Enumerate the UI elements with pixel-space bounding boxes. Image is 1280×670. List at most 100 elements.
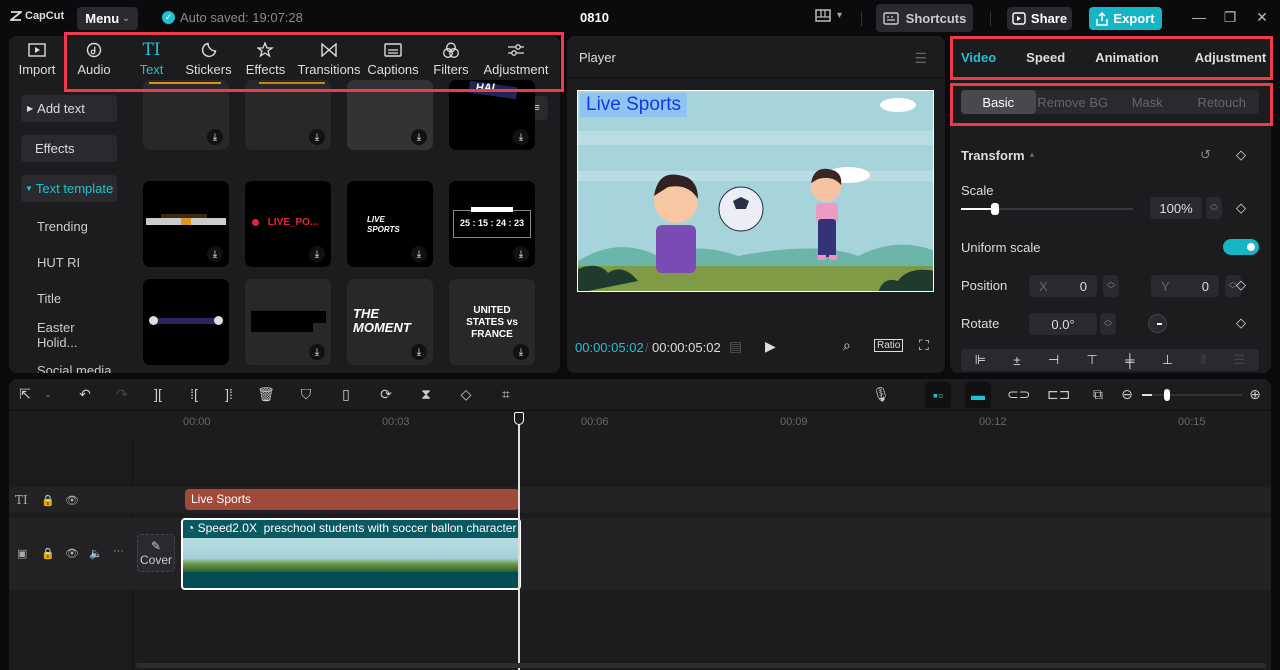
template-thumb[interactable]: 25 : 15 : 24 : 23 ⤓: [449, 181, 535, 267]
crop-icon[interactable]: ⌗: [496, 386, 516, 403]
link-icon[interactable]: ⊂⊃: [1007, 386, 1030, 403]
mirror-icon[interactable]: ⧗: [416, 386, 436, 403]
undo-icon[interactable]: ↶: [75, 386, 95, 403]
redo-icon[interactable]: ↷: [112, 386, 132, 403]
zoom-in-icon[interactable]: ⊕: [1245, 386, 1265, 403]
download-icon[interactable]: ⤓: [513, 129, 529, 145]
distribute-h-icon[interactable]: ⦀: [1201, 352, 1207, 368]
sidebar-category[interactable]: Trending: [21, 213, 117, 240]
timeline-zoom-slider[interactable]: [1142, 389, 1242, 401]
template-thumb[interactable]: ⤓: [347, 80, 433, 150]
tab-speed[interactable]: Speed: [1018, 50, 1073, 65]
trim-right-icon[interactable]: ]⁞: [219, 386, 239, 402]
video-clip[interactable]: ◔ Speed2.0X preschool students with socc…: [181, 518, 521, 590]
download-icon[interactable]: ⤓: [411, 246, 427, 262]
subtab-retouch[interactable]: Retouch: [1185, 90, 1260, 114]
shortcuts-button[interactable]: Shortcuts: [876, 4, 973, 32]
zoom-fit-icon[interactable]: ⌕: [843, 337, 851, 354]
menu-button[interactable]: Menu ⌄: [77, 7, 138, 30]
split-preview-icon[interactable]: ⊏⊐: [1047, 386, 1070, 403]
keyframe-icon[interactable]: ◇: [1236, 315, 1246, 331]
minimize-button[interactable]: —: [1190, 9, 1208, 25]
sidebar-category[interactable]: HUT RI: [21, 249, 117, 276]
tool-import[interactable]: Import: [9, 36, 65, 88]
template-thumb[interactable]: ⤓: [245, 279, 331, 365]
chevron-down-icon[interactable]: ⌄: [38, 389, 58, 400]
time-ruler[interactable]: 00:00 00:03 00:06 00:09 00:12 00:15: [9, 412, 1271, 430]
download-icon[interactable]: ⤓: [411, 344, 427, 360]
sidebar-category[interactable]: Easter Holid...: [21, 320, 117, 350]
template-thumb[interactable]: THE MOMENT ⤓: [347, 279, 433, 365]
fullscreen-icon[interactable]: ⛶: [919, 337, 929, 354]
marker-icon[interactable]: ⛉: [296, 386, 316, 403]
main-track-magnet-icon[interactable]: ▪▫: [925, 382, 951, 408]
zoom-slider-handle[interactable]: [1164, 389, 1170, 401]
template-thumb[interactable]: ⤓: [143, 80, 229, 150]
text-clip[interactable]: Live Sports: [185, 489, 519, 510]
restore-button[interactable]: ❐: [1221, 9, 1239, 26]
download-icon[interactable]: ⤓: [513, 344, 529, 360]
download-icon[interactable]: ⤓: [309, 344, 325, 360]
tool-audio[interactable]: Audio: [65, 36, 123, 88]
cover-button[interactable]: ✎ Cover: [137, 534, 175, 572]
scale-slider[interactable]: [961, 203, 1133, 215]
tab-video[interactable]: Video: [953, 50, 1004, 65]
split-icon[interactable]: ][: [148, 386, 168, 402]
template-thumb[interactable]: HAL ⤓: [449, 80, 535, 150]
tab-adjustment[interactable]: Adjustment: [1187, 50, 1271, 65]
rotate-input[interactable]: 0.0°: [1029, 313, 1097, 335]
download-icon[interactable]: ⤓: [513, 246, 529, 262]
align-left-icon[interactable]: ⊫: [975, 352, 986, 368]
share-button[interactable]: Share: [1007, 7, 1072, 30]
microphone-icon[interactable]: 🎙: [871, 386, 891, 403]
waveform-icon[interactable]: ▤: [729, 338, 742, 355]
freeze-frame-icon[interactable]: ▯: [336, 386, 356, 403]
sidebar-category[interactable]: Social media: [21, 357, 117, 373]
more-options-icon[interactable]: ···: [113, 545, 124, 557]
keyframe-icon[interactable]: ◇: [1236, 200, 1246, 216]
sidebar-category[interactable]: Title: [21, 285, 117, 312]
eye-icon[interactable]: 👁: [65, 547, 79, 560]
lock-icon[interactable]: 🔒: [41, 494, 55, 507]
trim-left-icon[interactable]: ⁞[: [184, 386, 204, 402]
zoom-out-icon[interactable]: ⊖: [1117, 386, 1137, 403]
timeline-scrollbar[interactable]: [136, 663, 1266, 668]
auto-snap-icon[interactable]: ▬: [965, 382, 991, 408]
subtab-basic[interactable]: Basic: [961, 90, 1036, 114]
uniform-scale-toggle[interactable]: [1223, 239, 1259, 255]
keyframe-icon[interactable]: ◇: [1236, 277, 1246, 293]
distribute-v-icon[interactable]: ☰: [1234, 352, 1246, 368]
position-y-input[interactable]: Y0: [1151, 275, 1219, 297]
template-thumb[interactable]: ⤓: [245, 80, 331, 150]
scale-input[interactable]: 100%: [1150, 197, 1202, 219]
align-right-icon[interactable]: ⊣: [1048, 352, 1059, 368]
template-thumb[interactable]: LIVE_PO... ⤓: [245, 181, 331, 267]
video-preview[interactable]: Live Sports: [577, 90, 934, 292]
delete-icon[interactable]: 🗑: [256, 386, 276, 403]
keyframe-icon[interactable]: ◇: [1236, 147, 1246, 163]
tab-animation[interactable]: Animation: [1087, 50, 1167, 65]
align-top-icon[interactable]: ⊤: [1087, 352, 1098, 368]
subtab-mask[interactable]: Mask: [1110, 90, 1185, 114]
rotate-dial[interactable]: [1148, 314, 1167, 333]
close-button[interactable]: ✕: [1253, 9, 1271, 26]
download-icon[interactable]: ⤓: [309, 246, 325, 262]
transform-heading[interactable]: Transform: [961, 148, 1025, 163]
hamburger-menu-icon[interactable]: ☰: [914, 50, 927, 67]
position-x-input[interactable]: X0: [1029, 275, 1097, 297]
export-button[interactable]: Export: [1089, 7, 1162, 30]
rotate-icon[interactable]: ◇: [456, 386, 476, 403]
scale-stepper[interactable]: ︿ ﹀: [1206, 197, 1222, 219]
rotate-stepper[interactable]: ︿ ﹀: [1100, 313, 1116, 335]
template-thumb[interactable]: ⤓: [143, 181, 229, 267]
ratio-button[interactable]: Ratio: [874, 339, 904, 352]
select-tool-icon[interactable]: ⇱: [15, 386, 35, 403]
align-center-h-icon[interactable]: ±: [1013, 353, 1020, 368]
sidebar-text-template[interactable]: ▼ Text template: [21, 175, 117, 202]
download-icon[interactable]: ⤓: [309, 129, 325, 145]
eye-icon[interactable]: 👁: [65, 494, 79, 507]
reset-icon[interactable]: ↺: [1200, 147, 1211, 163]
subtab-remove-bg[interactable]: Remove BG: [1036, 90, 1111, 114]
lock-icon[interactable]: 🔒: [41, 547, 55, 560]
audio-volume-icon[interactable]: 🔈: [89, 547, 103, 560]
